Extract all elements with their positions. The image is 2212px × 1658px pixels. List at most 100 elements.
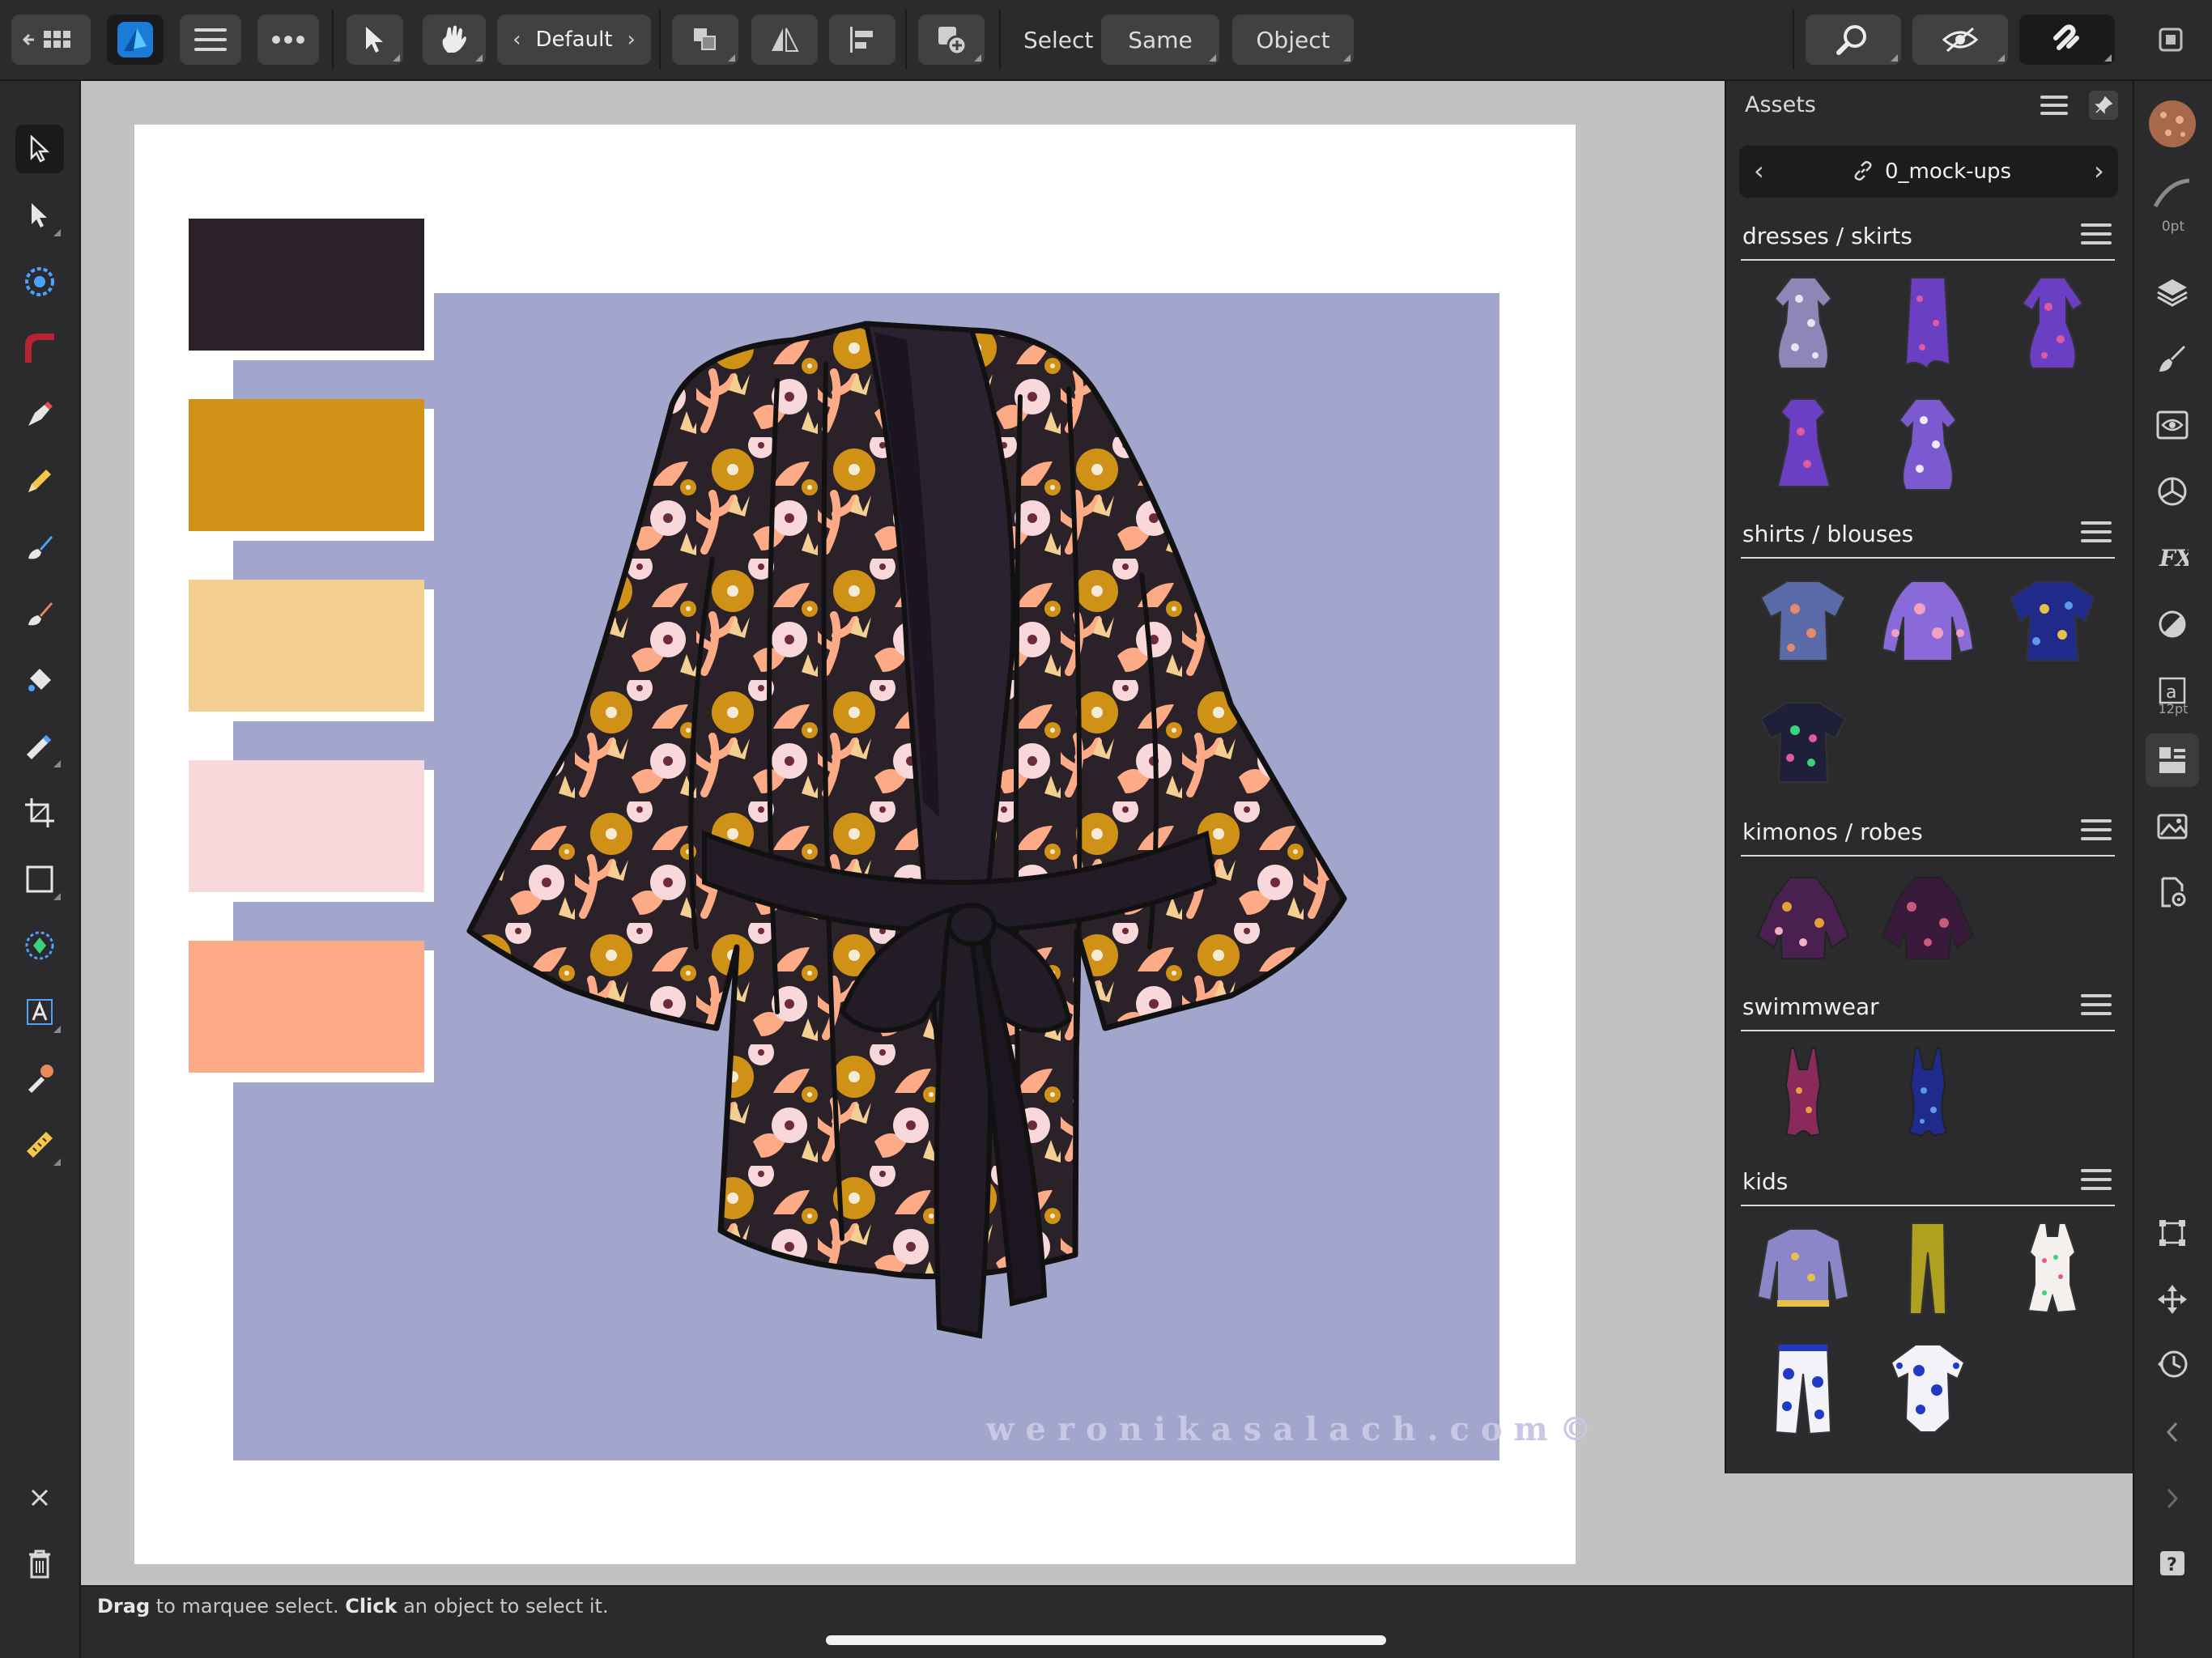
effects-studio-button[interactable]: FX <box>2146 531 2199 585</box>
close-button[interactable] <box>15 1473 64 1522</box>
transparency-studio-button[interactable] <box>2146 597 2199 651</box>
category-menu-button[interactable] <box>2081 1169 2112 1193</box>
category-title-kimonos[interactable]: kimonos / robes <box>1742 818 1923 845</box>
flip-button[interactable] <box>751 15 818 65</box>
stroke-well[interactable] <box>2146 167 2199 220</box>
snapping-button[interactable] <box>2019 15 2115 65</box>
asset-thumb-dress-4[interactable] <box>1875 392 1980 497</box>
stock-studio-button[interactable] <box>2146 800 2199 853</box>
history-studio-button[interactable] <box>2146 1337 2199 1391</box>
transform-studio-button[interactable] <box>2146 1206 2199 1260</box>
next-subcategory-button[interactable]: › <box>2094 155 2104 186</box>
transparency-tool[interactable] <box>15 722 64 771</box>
back-to-documents-button[interactable] <box>11 15 91 65</box>
opacity-icon <box>2159 610 2186 638</box>
brush-tool[interactable] <box>15 589 64 638</box>
category-title-swimwear[interactable]: swimmwear <box>1742 993 1879 1020</box>
asset-thumb-kids-bodysuit[interactable] <box>1875 1337 1980 1443</box>
asset-thumb-kids-sweater[interactable] <box>1750 1216 1856 1321</box>
contour-tool[interactable] <box>15 324 64 372</box>
asset-thumb-skirt[interactable] <box>1875 270 1980 376</box>
designer-persona-button[interactable] <box>107 15 164 65</box>
asset-thumb-swimsuit-1[interactable] <box>1750 1041 1856 1146</box>
move-tool-button[interactable] <box>347 15 403 65</box>
palette-swatch-2[interactable] <box>189 399 424 531</box>
corner-tool[interactable] <box>15 257 64 306</box>
fill-color-well[interactable] <box>2146 97 2199 151</box>
category-title-dresses[interactable]: dresses / skirts <box>1742 223 1912 249</box>
pencil-tool[interactable] <box>15 457 64 505</box>
shape-builder-icon <box>25 931 54 960</box>
category-menu-button[interactable] <box>2081 994 2112 1018</box>
hand-gesture-icon <box>442 25 466 53</box>
kimono-illustration[interactable] <box>453 316 1490 1384</box>
color-studio-button[interactable] <box>2146 465 2199 518</box>
fill-tool[interactable] <box>15 656 64 704</box>
pin-panel-button[interactable] <box>2089 91 2118 120</box>
category-menu-button[interactable] <box>2081 223 2112 248</box>
asset-thumb-shirt-1[interactable] <box>1750 568 1856 674</box>
crop-tool[interactable] <box>15 789 64 837</box>
persona-preset-selector[interactable]: ‹ Default › <box>497 15 651 65</box>
menu-button[interactable] <box>180 15 241 65</box>
rectangle-tool[interactable] <box>15 855 64 903</box>
window-mode-button[interactable] <box>2144 15 2197 65</box>
asset-thumb-kimono-1[interactable] <box>1750 866 1856 971</box>
asset-thumb-kimono-2[interactable] <box>1875 866 1980 971</box>
asset-thumb-kids-leggings[interactable] <box>1875 1216 1980 1321</box>
category-menu-button[interactable] <box>2081 521 2112 546</box>
brushes-studio-button[interactable] <box>2146 332 2199 385</box>
palette-swatch-1[interactable] <box>189 219 424 351</box>
help-button[interactable]: ? <box>2146 1537 2199 1590</box>
palette-swatch-5[interactable] <box>189 941 424 1073</box>
assets-studio-button[interactable] <box>2146 733 2199 787</box>
asset-thumb-kids-romper[interactable] <box>2000 1216 2105 1321</box>
watermark-text: weronikasalach.com© <box>986 1410 1603 1448</box>
node-tool[interactable] <box>15 191 64 240</box>
align-button[interactable] <box>829 15 895 65</box>
swimsuit-icon <box>1908 1048 1948 1137</box>
view-mode-button[interactable] <box>1912 15 2008 65</box>
select-object-button[interactable]: Object <box>1232 15 1354 65</box>
asset-thumb-swimsuit-2[interactable] <box>1875 1041 1980 1146</box>
kimono-icon <box>1756 877 1850 959</box>
more-button[interactable] <box>257 15 319 65</box>
asset-source-name[interactable]: 0_mock-ups <box>1885 159 2011 184</box>
move-tool[interactable] <box>15 125 64 173</box>
asset-thumb-shirt-3[interactable] <box>1750 690 1856 795</box>
palette-swatch-4[interactable] <box>189 760 424 892</box>
expand-studio-button[interactable] <box>2146 1472 2199 1525</box>
shape-builder-tool[interactable] <box>15 921 64 970</box>
document-settings-button[interactable] <box>2146 866 2199 920</box>
add-object-button[interactable] <box>918 15 985 65</box>
pen-tool[interactable] <box>15 390 64 439</box>
asset-thumb-dress-2[interactable] <box>2000 270 2105 376</box>
asset-thumb-shirt-2[interactable] <box>2000 568 2105 674</box>
category-menu-button[interactable] <box>2081 819 2112 844</box>
palette-swatch-3[interactable] <box>189 580 424 712</box>
assets-menu-button[interactable] <box>2040 94 2068 117</box>
asset-thumb-blouse[interactable] <box>1875 568 1980 674</box>
vector-brush-tool[interactable] <box>15 523 64 572</box>
asset-thumb-kids-pants[interactable] <box>1750 1337 1856 1443</box>
text-tool[interactable] <box>15 988 64 1036</box>
sweater-icon <box>1756 1228 1850 1307</box>
gesture-button[interactable] <box>423 15 486 65</box>
zoom-button[interactable] <box>1806 15 1901 65</box>
measure-tool[interactable] <box>15 1120 64 1169</box>
arrange-button[interactable] <box>672 15 738 65</box>
home-indicator[interactable] <box>826 1635 1386 1645</box>
layers-studio-button[interactable] <box>2146 266 2199 319</box>
color-picker-tool[interactable] <box>15 1054 64 1103</box>
asset-thumb-dress-1[interactable] <box>1750 270 1856 376</box>
main-toolbar: ‹ Default › Select Same Object <box>0 0 2212 81</box>
previous-subcategory-button[interactable]: ‹ <box>1754 155 1764 186</box>
appearance-studio-button[interactable] <box>2146 398 2199 452</box>
category-title-shirts[interactable]: shirts / blouses <box>1742 521 1913 547</box>
collapse-studio-button[interactable] <box>2146 1405 2199 1459</box>
asset-thumb-dress-3[interactable] <box>1750 392 1856 497</box>
navigator-studio-button[interactable] <box>2146 1273 2199 1326</box>
delete-button[interactable] <box>15 1540 64 1588</box>
select-same-button[interactable]: Same <box>1101 15 1219 65</box>
category-title-kids[interactable]: kids <box>1742 1168 1788 1195</box>
